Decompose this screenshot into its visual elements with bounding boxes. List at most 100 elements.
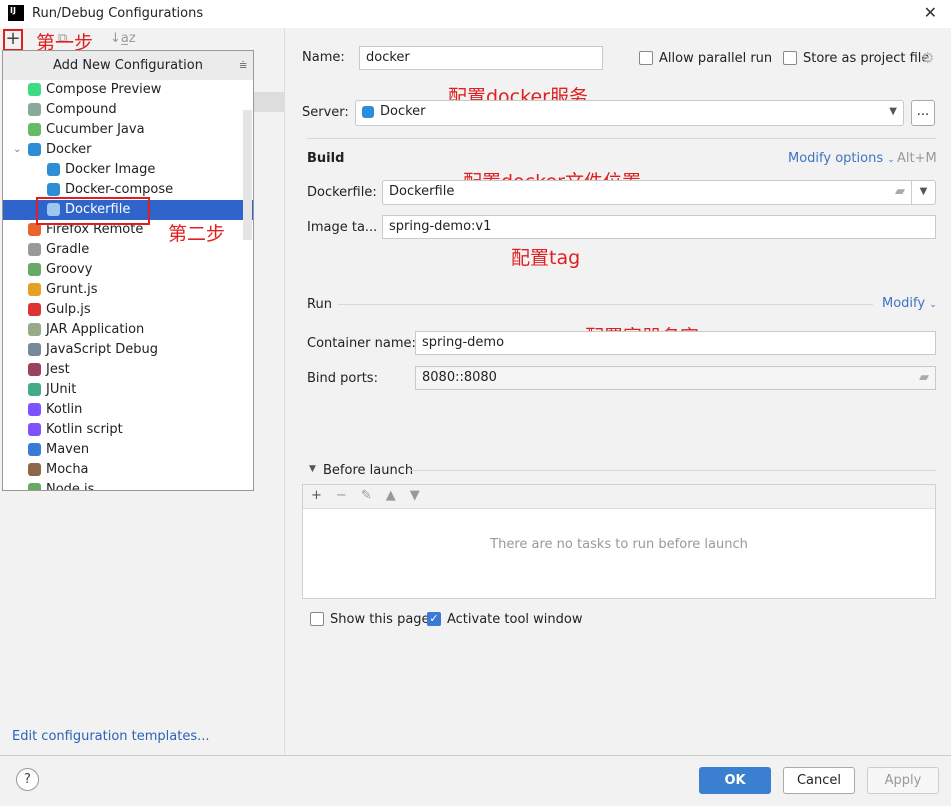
cancel-button[interactable]: Cancel — [783, 767, 855, 794]
configuration-type-item[interactable]: Gulp.js — [3, 300, 253, 320]
divider — [338, 304, 873, 305]
configuration-type-item[interactable]: JAR Application — [3, 320, 253, 340]
modify-options-label: Modify options — [788, 151, 884, 166]
move-down-icon[interactable]: ▼ — [410, 488, 434, 503]
annotation-step2: 第二步 — [168, 223, 226, 245]
configuration-type-label: Gulp.js — [46, 302, 91, 317]
show-page-checkbox[interactable] — [310, 612, 324, 626]
ok-button[interactable]: OK — [699, 767, 771, 794]
help-button[interactable]: ? — [16, 768, 39, 791]
modify-label: Modify — [882, 296, 926, 311]
edit-templates-link[interactable]: Edit configuration templates... — [12, 729, 210, 744]
configuration-type-item[interactable]: JavaScript Debug — [3, 340, 253, 360]
configuration-type-item[interactable]: Compound — [3, 100, 253, 120]
modify-options-link[interactable]: Modify options ⌄ — [788, 151, 895, 166]
container-name-label: Container name: — [307, 336, 416, 351]
configuration-type-item[interactable]: JUnit — [3, 380, 253, 400]
configuration-type-label: JavaScript Debug — [46, 342, 159, 357]
store-project-checkbox[interactable] — [783, 51, 797, 65]
remove-task-icon[interactable]: − — [336, 488, 361, 503]
allow-parallel-checkbox[interactable] — [639, 51, 653, 65]
server-value: Docker — [380, 104, 426, 119]
configuration-type-label: Docker Image — [65, 162, 156, 177]
kotlin-icon — [28, 423, 41, 436]
configuration-type-item[interactable]: Node.js — [3, 480, 253, 491]
folder-icon[interactable]: ▰ — [919, 367, 929, 389]
configuration-type-item[interactable]: Maven — [3, 440, 253, 460]
move-up-icon[interactable]: ▲ — [386, 488, 410, 503]
configuration-type-label: Compose Preview — [46, 82, 162, 97]
maven-icon — [28, 443, 41, 456]
server-more-button[interactable]: ... — [911, 100, 935, 126]
add-task-icon[interactable]: + — [311, 488, 336, 503]
apply-button[interactable]: Apply — [867, 767, 939, 794]
chevron-down-icon: ⌄ — [929, 300, 937, 310]
popup-header: Add New Configuration ⩧ — [3, 51, 253, 80]
configuration-type-item[interactable]: Kotlin — [3, 400, 253, 420]
show-page-label: Show this page — [330, 612, 430, 627]
server-label: Server: — [302, 105, 349, 120]
js-debug-icon — [28, 343, 41, 356]
configuration-type-label: Kotlin — [46, 402, 83, 417]
kotlin-icon — [28, 403, 41, 416]
collapse-arrow-icon[interactable]: ▼ — [309, 464, 316, 474]
divider — [0, 755, 951, 756]
configuration-type-label: Node.js — [46, 482, 95, 491]
dockerfile-input[interactable]: Dockerfile ▰ ▼ — [382, 180, 936, 205]
name-input[interactable]: docker — [359, 46, 603, 70]
gulp-icon — [28, 303, 41, 316]
cucumber-icon — [28, 123, 41, 136]
activate-tool-window-label: Activate tool window — [447, 612, 583, 627]
popup-scrollbar[interactable] — [243, 110, 252, 240]
configuration-type-item[interactable]: Grunt.js — [3, 280, 253, 300]
close-icon[interactable]: ✕ — [924, 3, 937, 22]
modify-options-shortcut: Alt+M — [897, 151, 937, 166]
add-configuration-popup: Add New Configuration ⩧ Compose Preview Co… — [2, 50, 254, 491]
configuration-type-item[interactable]: Groovy — [3, 260, 253, 280]
configuration-type-item[interactable]: Mocha — [3, 460, 253, 480]
run-heading: Run — [307, 297, 332, 312]
configuration-type-label: JAR Application — [46, 322, 145, 337]
before-launch-heading: Before launch — [323, 463, 414, 478]
configuration-type-item[interactable]: Jest — [3, 360, 253, 380]
configuration-type-label: Compound — [46, 102, 117, 117]
image-tag-label: Image ta... — [307, 220, 378, 235]
dropdown-arrow-icon[interactable]: ▼ — [911, 181, 935, 204]
docker-icon — [47, 183, 60, 196]
activate-tool-window-checkbox[interactable]: ✓ — [427, 612, 441, 626]
configuration-type-label: Jest — [46, 362, 70, 377]
configuration-type-label: Groovy — [46, 262, 93, 277]
dropdown-arrow-icon: ▼ — [889, 106, 897, 117]
image-tag-input[interactable]: spring-demo:v1 — [382, 215, 936, 239]
app-logo: IJ — [8, 5, 24, 21]
folder-icon[interactable]: ▰ — [895, 181, 905, 203]
configuration-type-item[interactable]: Docker Image — [3, 160, 253, 180]
configuration-type-item[interactable]: Kotlin script — [3, 420, 253, 440]
sort-icon[interactable]: ↓a̲z — [110, 31, 136, 46]
build-heading: Build — [307, 151, 345, 166]
add-configuration-button[interactable]: + — [3, 29, 23, 51]
server-select[interactable]: Docker ▼ — [355, 100, 904, 126]
dockerfile-value: Dockerfile — [389, 184, 455, 199]
configuration-type-item[interactable]: Compose Preview — [3, 80, 253, 100]
configuration-type-label: Maven — [46, 442, 90, 457]
configuration-type-item[interactable]: ⌄ Docker — [3, 140, 253, 160]
collapse-icon[interactable]: ⩧ — [239, 51, 247, 80]
modify-link[interactable]: Modify ⌄ — [882, 296, 937, 311]
configuration-type-label: Gradle — [46, 242, 90, 257]
divider — [410, 470, 936, 471]
edit-task-icon[interactable]: ✎ — [361, 488, 386, 503]
expand-arrow-icon[interactable]: ⌄ — [13, 140, 21, 160]
docker-icon — [47, 163, 60, 176]
jest-icon — [28, 363, 41, 376]
mocha-icon — [28, 463, 41, 476]
grunt-icon — [28, 283, 41, 296]
docker-icon — [362, 106, 374, 118]
gear-icon[interactable]: ⚙ — [921, 49, 934, 67]
bind-ports-input[interactable]: 8080::8080 ▰ — [415, 366, 936, 390]
before-launch-panel: +−✎▲▼ There are no tasks to run before l… — [302, 484, 936, 599]
popup-title: Add New Configuration — [53, 58, 203, 73]
container-name-input[interactable]: spring-demo — [415, 331, 936, 355]
compose-icon — [28, 83, 41, 96]
configuration-type-item[interactable]: Cucumber Java — [3, 120, 253, 140]
